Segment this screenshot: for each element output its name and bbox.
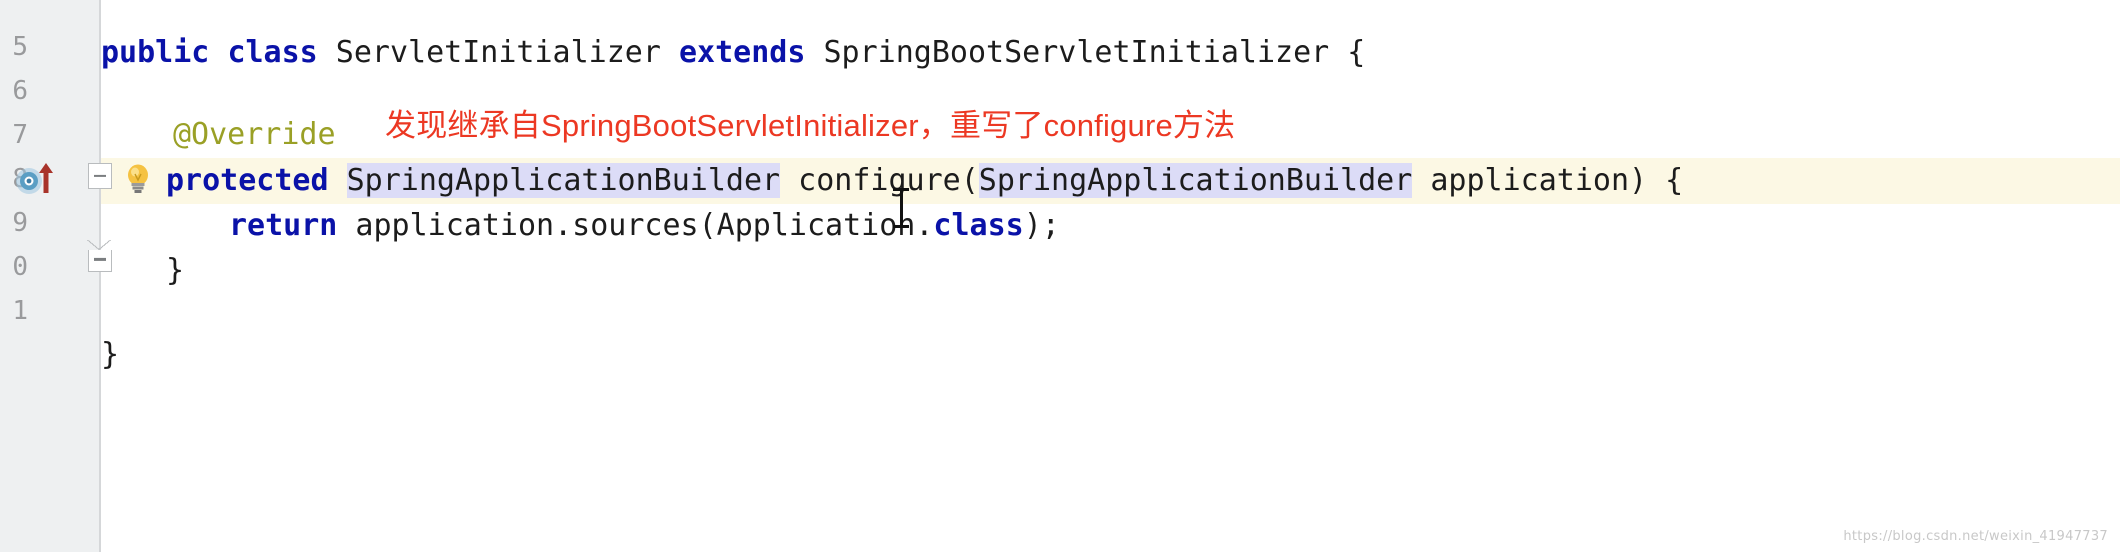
code-line-class-closing-brace[interactable]: } [101, 332, 119, 378]
editor-gutter[interactable]: 5 6 7 8 9 0 1 [0, 0, 100, 552]
code-line-class-declaration[interactable]: public class ServletInitializer extends … [101, 30, 1365, 76]
line-number: 0 [12, 252, 28, 282]
line-number: 9 [12, 208, 28, 238]
return-type-springapplicationbuilder: SpringApplicationBuilder [346, 163, 781, 198]
param-name-application: application) { [1412, 163, 1684, 198]
red-annotation-note: 发现继承自SpringBootServletInitializer，重写了con… [385, 108, 1236, 143]
line-number: 7 [12, 120, 28, 150]
code-fold-collapse-icon[interactable] [88, 163, 112, 189]
code-line-method-closing-brace[interactable]: } [166, 248, 184, 294]
code-line-override-annotation[interactable]: @Override [173, 112, 336, 158]
text-cursor-ibeam [893, 188, 909, 228]
annotation-override: @Override [173, 117, 336, 152]
line-number: 6 [12, 76, 28, 106]
class-name-servletinitializer: ServletInitializer [317, 35, 679, 70]
override-arrow-icon[interactable] [36, 160, 56, 196]
intention-bulb-icon[interactable] [122, 162, 154, 196]
line-number: 5 [12, 32, 28, 62]
keyword-class: class [227, 35, 318, 70]
keyword-class-literal: class [933, 208, 1024, 243]
keyword-public: public [101, 35, 210, 70]
code-line-return-sources[interactable]: return application.sources(Application.c… [229, 203, 1060, 249]
code-fold-end-icon[interactable] [87, 240, 112, 272]
statement-terminator: ); [1023, 208, 1060, 243]
expression-sources-call: application.sources(Application. [337, 208, 934, 243]
blog-watermark: https://blog.csdn.net/weixin_41947737 [1843, 529, 2108, 544]
keyword-protected: protected [166, 163, 329, 198]
method-name-configure: configure( [780, 163, 979, 198]
code-text-area[interactable]: public class ServletInitializer extends … [101, 0, 2120, 552]
code-editor-window: 5 6 7 8 9 0 1 [0, 0, 2120, 552]
fold-minus-glyph [94, 258, 106, 261]
param-type-springapplicationbuilder: SpringApplicationBuilder [978, 163, 1413, 198]
keyword-extends: extends [678, 35, 806, 70]
code-line-configure-signature[interactable]: protected SpringApplicationBuilder confi… [166, 158, 1683, 204]
line-number: 1 [12, 296, 28, 326]
closing-brace: } [101, 337, 120, 372]
superclass-springbootservletinitializer: SpringBootServletInitializer { [805, 35, 1366, 70]
keyword-return: return [229, 208, 338, 243]
closing-brace: } [166, 253, 185, 288]
fold-minus-glyph [94, 174, 106, 178]
